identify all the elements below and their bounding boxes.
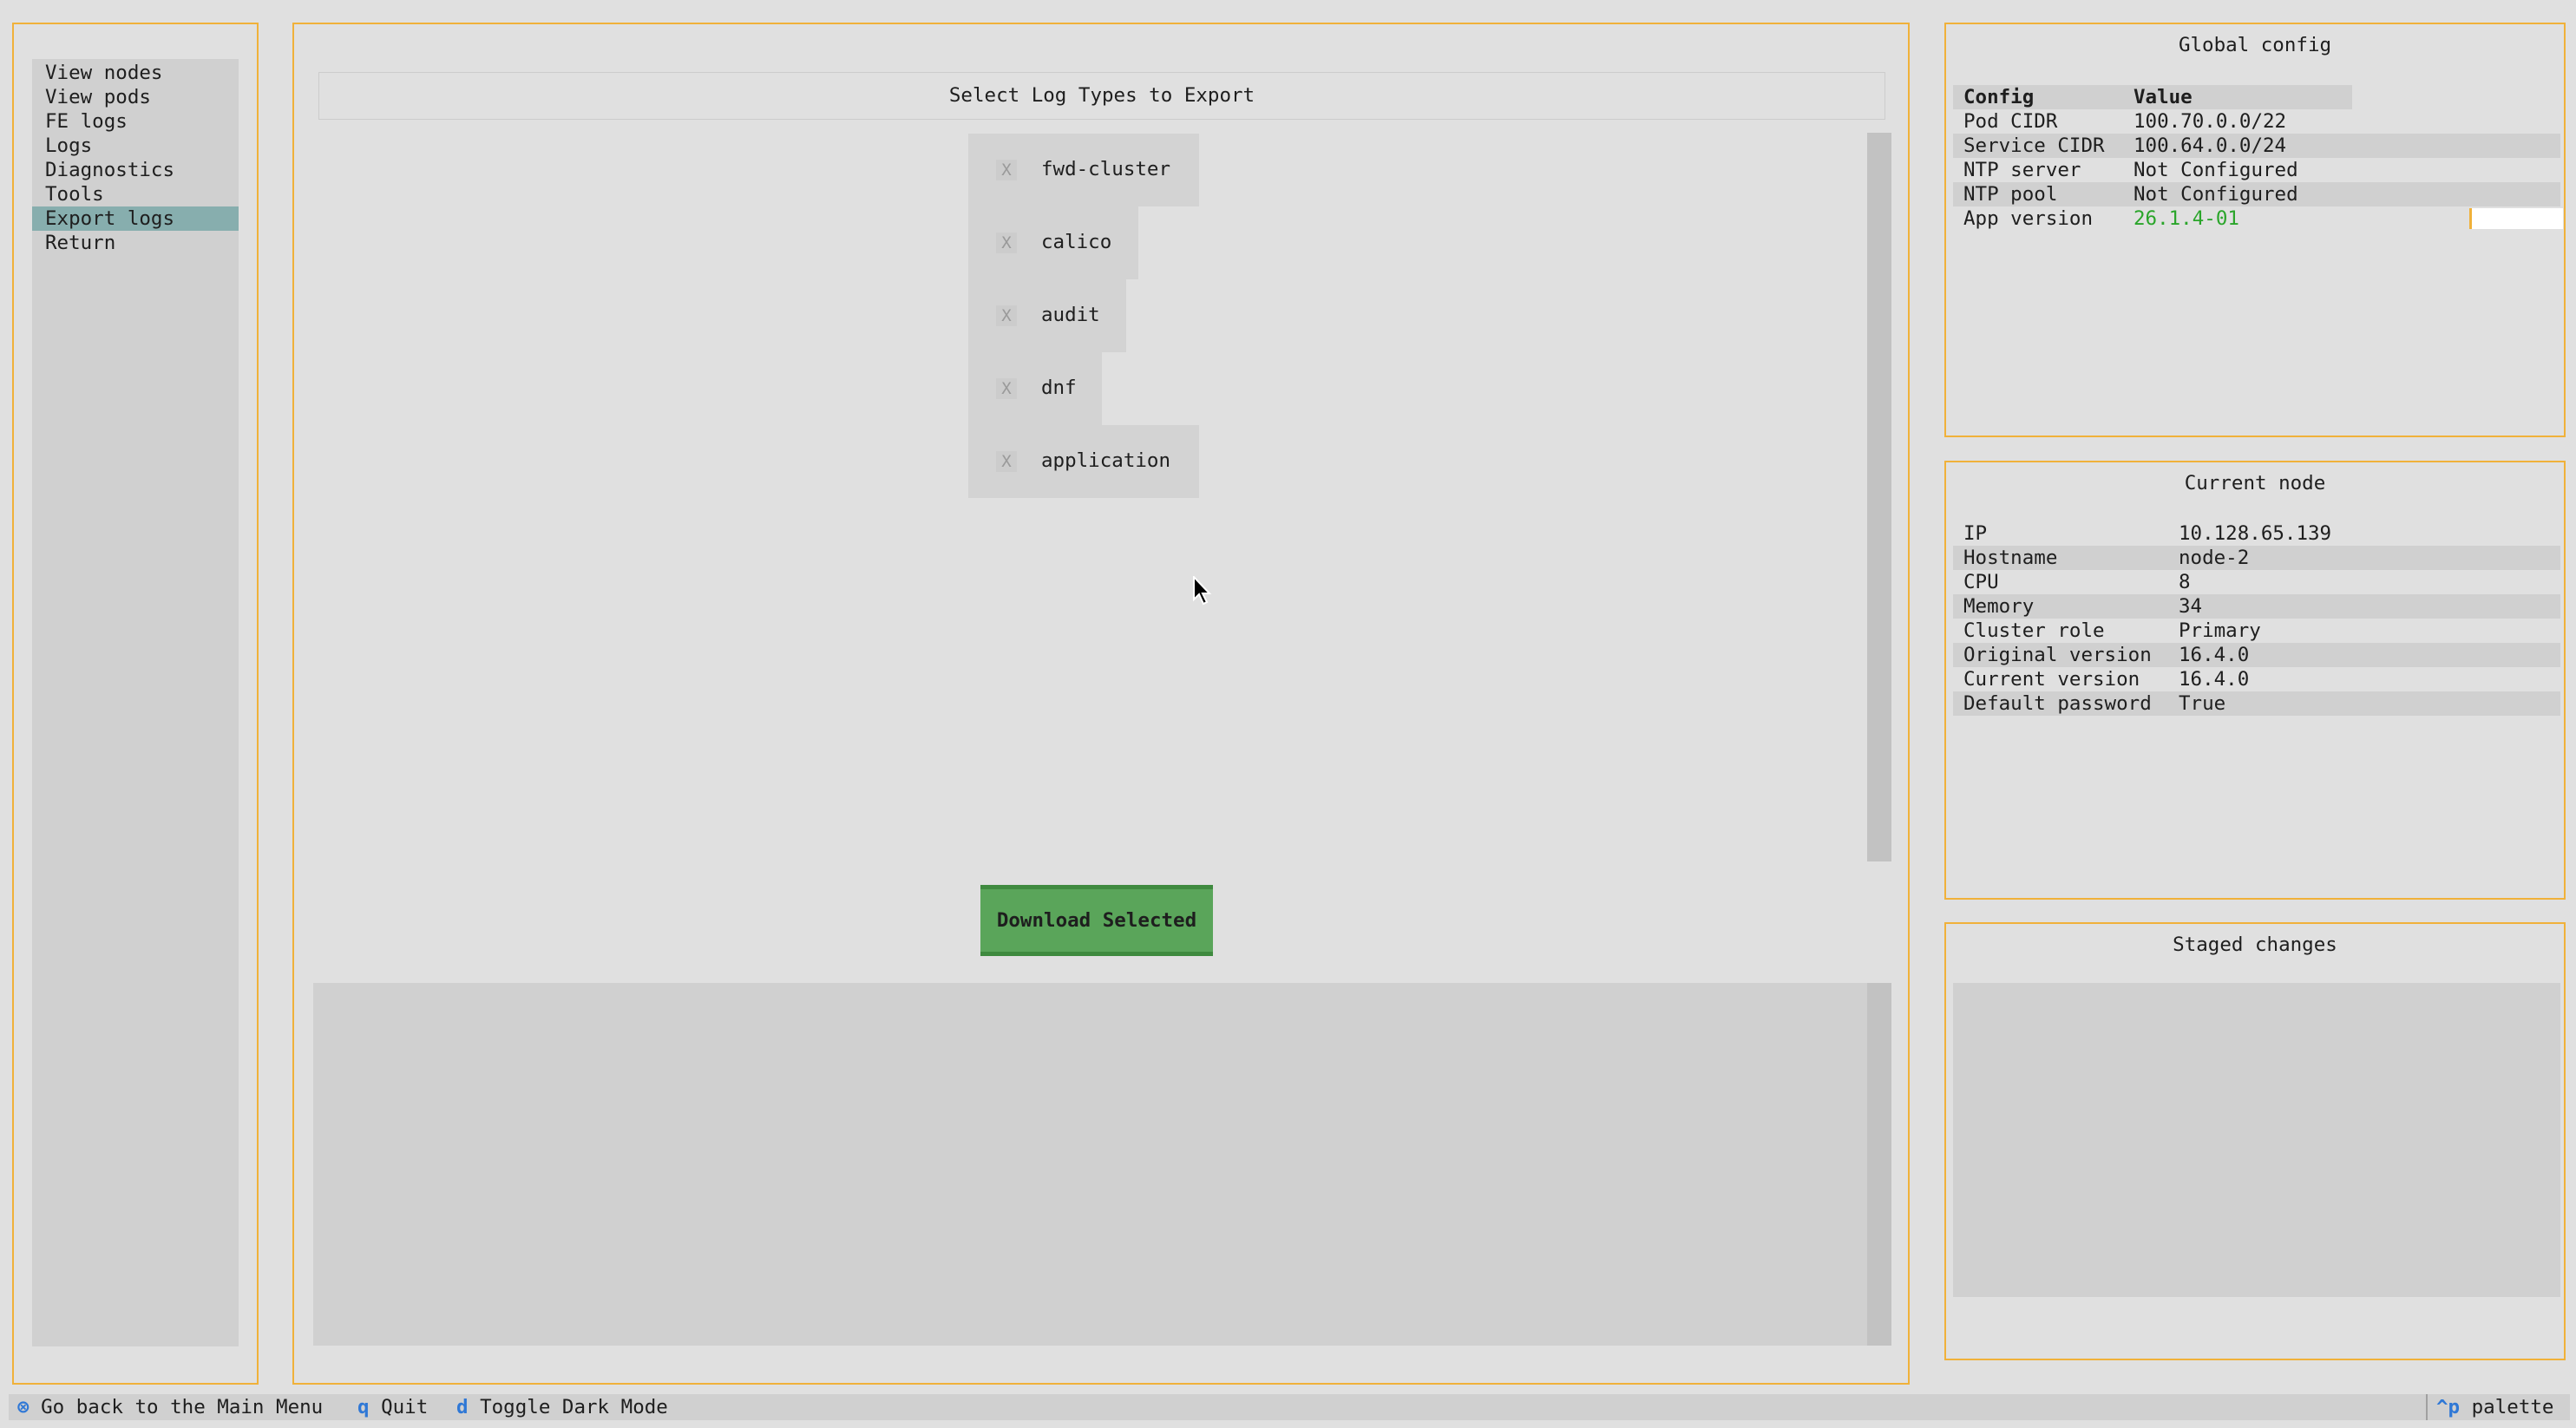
node-row: Memory 34: [1953, 594, 2560, 619]
node-row: Default password True: [1953, 691, 2560, 716]
node-key: Hostname: [1963, 547, 2058, 569]
config-column-header: Config: [1963, 86, 2035, 108]
sidebar-item-view-nodes[interactable]: View nodes: [32, 61, 239, 85]
node-key: Cluster role: [1963, 619, 2105, 642]
config-value-app-version: 26.1.4-01: [2134, 207, 2239, 230]
download-selected-button[interactable]: Download Selected: [980, 885, 1213, 956]
config-value: Not Configured: [2134, 159, 2298, 181]
node-value: 16.4.0: [2179, 644, 2250, 666]
config-value: 100.70.0.0/22: [2134, 110, 2287, 133]
config-key: NTP pool: [1963, 183, 2058, 206]
log-type-label: calico: [1041, 231, 1112, 253]
node-key: CPU: [1963, 571, 1999, 593]
global-config-panel: Global config Config Value Pod CIDR 100.…: [1944, 23, 2566, 437]
node-key: IP: [1963, 522, 1988, 545]
quit-key: q: [357, 1396, 370, 1418]
node-value: 8: [2179, 571, 2191, 593]
node-key: Original version: [1963, 644, 2152, 666]
config-key: App version: [1963, 207, 2094, 230]
footer-palette-label: palette: [2471, 1396, 2554, 1418]
node-row: Cluster role Primary: [1953, 619, 2560, 643]
config-key: Pod CIDR: [1963, 110, 2058, 133]
sidebar-item-return[interactable]: Return: [32, 231, 239, 255]
node-value: 16.4.0: [2179, 668, 2250, 691]
config-row[interactable]: Pod CIDR 100.70.0.0/22: [1953, 109, 2560, 134]
sidebar-item-logs[interactable]: Logs: [32, 134, 239, 158]
node-key: Default password: [1963, 692, 2152, 715]
node-value: node-2: [2179, 547, 2250, 569]
staged-changes-title: Staged changes: [2173, 933, 2337, 956]
node-row: CPU 8: [1953, 570, 2560, 594]
config-table-header: Config Value: [1953, 85, 2352, 109]
log-type-application[interactable]: X application: [968, 425, 1199, 498]
log-type-calico[interactable]: X calico: [968, 206, 1138, 279]
footer-dark-mode[interactable]: d Toggle Dark Mode: [456, 1394, 668, 1420]
node-value: Primary: [2179, 619, 2261, 642]
log-output-area: [313, 983, 1870, 1346]
node-value: 34: [2179, 595, 2203, 618]
node-value: True: [2179, 692, 2226, 715]
staged-changes-list: [1953, 983, 2560, 1297]
node-row: IP 10.128.65.139: [1953, 521, 2560, 546]
global-config-title: Global config: [2178, 34, 2332, 56]
edit-cursor-field[interactable]: [2469, 208, 2563, 229]
staged-changes-panel: Staged changes: [1944, 922, 2566, 1360]
log-type-label: application: [1041, 449, 1171, 472]
sidebar-item-tools[interactable]: Tools: [32, 182, 239, 206]
footer-back[interactable]: ⊗ Go back to the Main Menu: [17, 1394, 323, 1420]
value-column-header: Value: [2134, 86, 2193, 108]
config-value: 100.64.0.0/24: [2134, 134, 2287, 157]
dark-mode-key: d: [456, 1396, 469, 1418]
footer-dark-mode-label: Toggle Dark Mode: [480, 1396, 668, 1418]
current-node-panel: Current node IP 10.128.65.139 Hostname n…: [1944, 461, 2566, 900]
node-row: Original version 16.4.0: [1953, 643, 2560, 667]
log-types-scrollbar[interactable]: [1867, 133, 1891, 861]
current-node-title: Current node: [2184, 472, 2326, 495]
config-row[interactable]: Service CIDR 100.64.0.0/24: [1953, 134, 2560, 158]
footer-quit-label: Quit: [381, 1396, 429, 1418]
checkbox-mark-icon[interactable]: X: [996, 233, 1017, 253]
node-key: Memory: [1963, 595, 2035, 618]
log-type-label: audit: [1041, 304, 1100, 326]
config-value: Not Configured: [2134, 183, 2298, 206]
footer-quit[interactable]: q Quit: [357, 1394, 428, 1420]
export-header: Select Log Types to Export: [318, 72, 1885, 120]
escape-key-icon: ⊗: [17, 1396, 29, 1418]
footer-keybar: ⊗ Go back to the Main Menu q Quit d Togg…: [9, 1394, 2570, 1420]
sidebar-item-export-logs[interactable]: Export logs: [32, 206, 239, 231]
sidebar-item-diagnostics[interactable]: Diagnostics: [32, 158, 239, 182]
page-title: Select Log Types to Export: [948, 84, 1255, 107]
log-type-label: dnf: [1041, 377, 1077, 399]
node-row: Current version 16.4.0: [1953, 667, 2560, 691]
node-value: 10.128.65.139: [2179, 522, 2332, 545]
sidebar-menu: View nodes View pods FE logs Logs Diagno…: [32, 59, 239, 1346]
export-logs-panel: Select Log Types to Export X fwd-cluster…: [292, 23, 1910, 1385]
footer-palette[interactable]: ^p palette: [2426, 1394, 2553, 1420]
sidebar-item-view-pods[interactable]: View pods: [32, 85, 239, 109]
node-key: Current version: [1963, 668, 2140, 691]
mouse-pointer-icon: [1193, 576, 1212, 606]
checkbox-mark-icon[interactable]: X: [996, 378, 1017, 399]
log-type-fwd-cluster[interactable]: X fwd-cluster: [968, 134, 1199, 206]
checkbox-mark-icon[interactable]: X: [996, 451, 1017, 472]
palette-key: ^p: [2436, 1396, 2461, 1418]
sidebar-item-fe-logs[interactable]: FE logs: [32, 109, 239, 134]
node-row: Hostname node-2: [1953, 546, 2560, 570]
log-type-dnf[interactable]: X dnf: [968, 352, 1102, 425]
checkbox-mark-icon[interactable]: X: [996, 160, 1017, 180]
sidebar-panel: View nodes View pods FE logs Logs Diagno…: [12, 23, 259, 1385]
checkbox-mark-icon[interactable]: X: [996, 305, 1017, 326]
config-key: Service CIDR: [1963, 134, 2105, 157]
log-output-scrollbar[interactable]: [1867, 983, 1891, 1346]
footer-back-label: Go back to the Main Menu: [41, 1396, 324, 1418]
log-type-audit[interactable]: X audit: [968, 279, 1126, 352]
log-type-label: fwd-cluster: [1041, 158, 1171, 180]
config-row[interactable]: NTP pool Not Configured: [1953, 182, 2560, 206]
config-key: NTP server: [1963, 159, 2081, 181]
config-row[interactable]: NTP server Not Configured: [1953, 158, 2560, 182]
